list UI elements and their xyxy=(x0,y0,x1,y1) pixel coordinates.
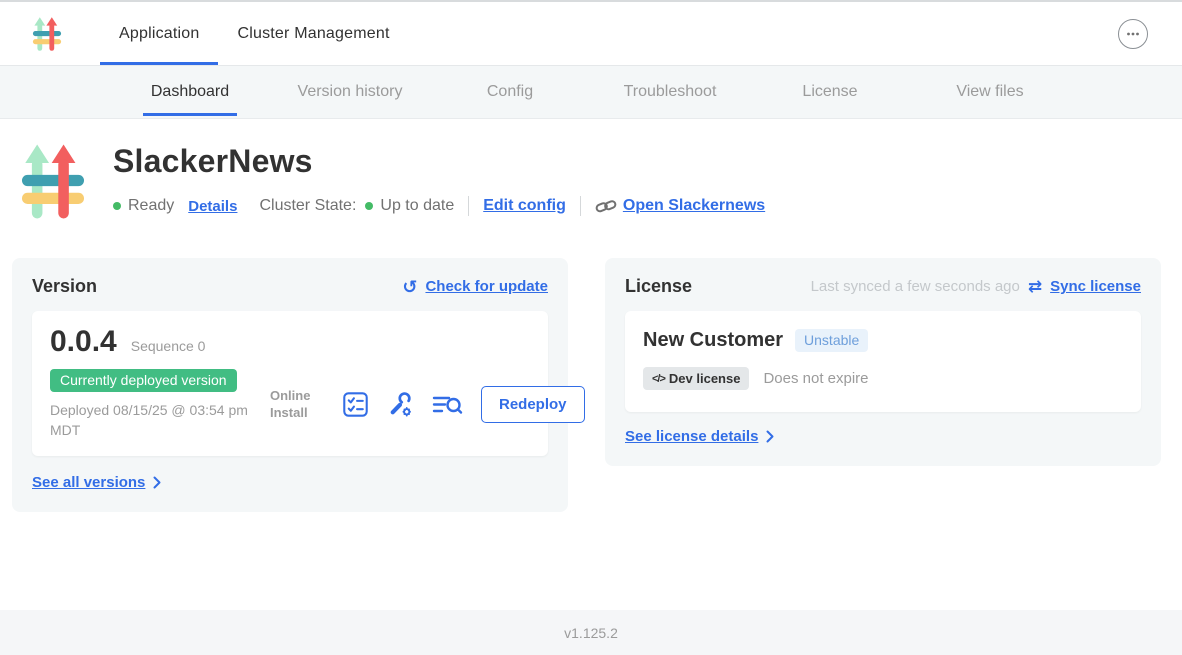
slackernews-app-logo xyxy=(20,135,86,228)
version-number: 0.0.4 xyxy=(50,325,117,359)
license-panel: New Customer Unstable </> Dev license Do… xyxy=(625,311,1141,412)
preflight-checklist-icon[interactable] xyxy=(342,391,369,418)
link-chain-icon xyxy=(595,199,617,214)
tab-troubleshoot[interactable]: Troubleshoot xyxy=(590,66,750,118)
edit-config-link[interactable]: Edit config xyxy=(483,197,566,215)
channel-badge: Unstable xyxy=(795,329,868,352)
tab-cluster-management[interactable]: Cluster Management xyxy=(218,2,408,65)
sync-license-link[interactable]: Sync license xyxy=(1050,278,1141,295)
config-wrench-icon[interactable] xyxy=(387,391,414,418)
sync-arrows-icon: ⇄ xyxy=(1028,278,1042,295)
app-status-row: Ready Details Cluster State: Up to date … xyxy=(113,196,765,216)
divider xyxy=(468,196,469,216)
last-synced-text: Last synced a few seconds ago xyxy=(811,278,1020,295)
slackernews-logo-icon xyxy=(30,16,64,52)
chevron-right-icon xyxy=(153,476,161,489)
code-icon: </> xyxy=(652,373,665,385)
redeploy-button[interactable]: Redeploy xyxy=(481,386,585,423)
top-nav: Application Cluster Management xyxy=(100,2,409,65)
divider xyxy=(580,196,581,216)
version-card-title: Version xyxy=(32,276,97,297)
more-menu-button[interactable] xyxy=(1118,19,1148,49)
check-for-update-link[interactable]: Check for update xyxy=(425,278,548,295)
cluster-state-label: Cluster State: xyxy=(259,197,356,215)
tab-application[interactable]: Application xyxy=(100,2,218,65)
tab-troubleshoot-label: Troubleshoot xyxy=(616,68,725,116)
open-app-link[interactable]: Open Slackernews xyxy=(623,197,765,215)
version-sequence: Sequence 0 xyxy=(131,338,206,354)
deployed-timestamp: Deployed 08/15/25 @ 03:54 pm MDT xyxy=(50,401,270,440)
app-status-text: Ready xyxy=(128,197,174,215)
tab-dashboard[interactable]: Dashboard xyxy=(110,66,270,118)
tab-version-history-label: Version history xyxy=(290,68,411,116)
cluster-state-dot xyxy=(365,202,373,210)
status-details-link[interactable]: Details xyxy=(188,198,237,215)
app-sub-nav: Dashboard Version history Config Trouble… xyxy=(0,66,1182,119)
tab-version-history[interactable]: Version history xyxy=(270,66,430,118)
dashboard-cards: Version ↺ Check for update 0.0.4 Sequenc… xyxy=(0,258,1182,512)
current-version-panel: 0.0.4 Sequence 0 Currently deployed vers… xyxy=(32,311,548,456)
tab-license-label: License xyxy=(794,68,865,116)
app-header: SlackerNews Ready Details Cluster State:… xyxy=(0,135,1182,228)
page-title: SlackerNews xyxy=(113,143,765,180)
tab-config[interactable]: Config xyxy=(430,66,590,118)
see-license-details-link[interactable]: See license details xyxy=(625,428,758,445)
tab-dashboard-label: Dashboard xyxy=(143,68,237,116)
tab-view-files[interactable]: View files xyxy=(910,66,1070,118)
top-header: Application Cluster Management xyxy=(0,2,1182,66)
license-type-badge: </> Dev license xyxy=(643,367,749,390)
license-type-label: Dev license xyxy=(669,371,741,386)
license-expiry: Does not expire xyxy=(763,370,868,387)
cluster-state-value: Up to date xyxy=(380,197,454,215)
version-card: Version ↺ Check for update 0.0.4 Sequenc… xyxy=(12,258,568,512)
ellipsis-icon xyxy=(1125,26,1141,42)
install-type-label: Online Install xyxy=(270,388,324,421)
tab-license[interactable]: License xyxy=(750,66,910,118)
tab-config-label: Config xyxy=(479,68,541,116)
currently-deployed-badge: Currently deployed version xyxy=(50,369,237,392)
customer-name: New Customer xyxy=(643,329,783,352)
view-logs-icon[interactable] xyxy=(432,392,463,417)
main-content: SlackerNews Ready Details Cluster State:… xyxy=(0,119,1182,610)
app-status-dot xyxy=(113,202,121,210)
license-card: License Last synced a few seconds ago ⇄ … xyxy=(605,258,1161,466)
admin-console-version: v1.125.2 xyxy=(564,625,618,641)
app-footer: v1.125.2 xyxy=(0,610,1182,655)
license-card-title: License xyxy=(625,276,692,297)
chevron-right-icon xyxy=(766,430,774,443)
refresh-icon: ↺ xyxy=(402,278,417,296)
see-all-versions-link[interactable]: See all versions xyxy=(32,474,145,491)
tab-view-files-label: View files xyxy=(948,68,1031,116)
